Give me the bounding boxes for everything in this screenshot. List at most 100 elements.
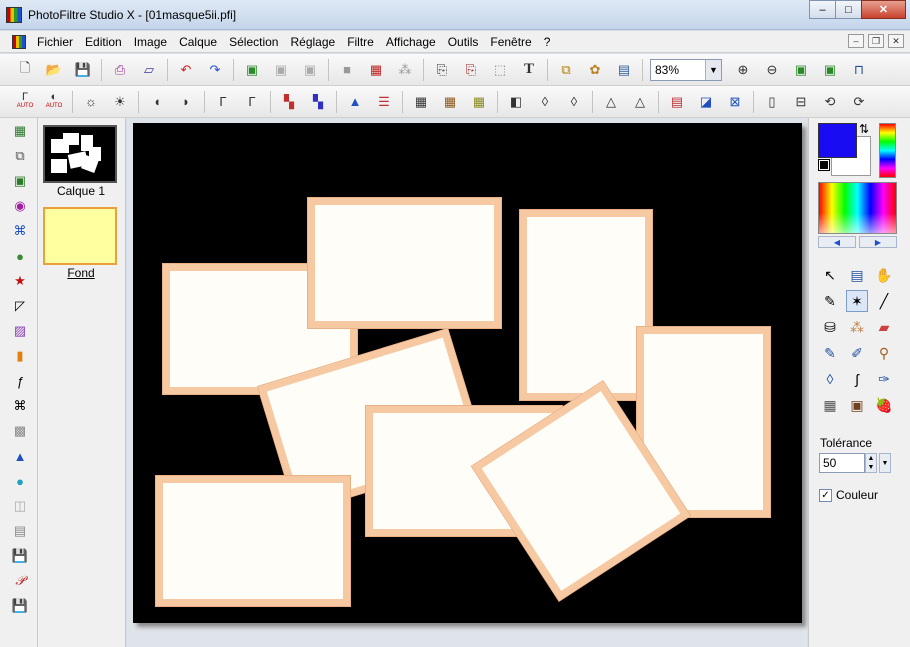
save-html-icon[interactable]: 💾 (10, 596, 30, 616)
redo-icon[interactable]: ↷ (204, 59, 226, 81)
image-canvas[interactable] (133, 123, 802, 623)
menu-selection[interactable]: Sélection (223, 35, 284, 49)
blur-drop-icon[interactable]: ◊ (819, 368, 841, 390)
spray-icon[interactable]: ⁂ (846, 316, 868, 338)
pattern-icon[interactable]: ⌘ (10, 396, 30, 416)
auto-levels-icon[interactable]: Γ AUTO (14, 91, 36, 113)
magic-icon[interactable]: ⁂ (394, 59, 416, 81)
smudge-icon[interactable]: ʃ (846, 368, 868, 390)
star-icon[interactable]: ★ (10, 271, 30, 291)
foreground-color-swatch[interactable] (818, 123, 857, 158)
grid-deform-icon[interactable]: ▦ (819, 394, 841, 416)
menu-image[interactable]: Image (128, 35, 173, 49)
gamma-plus-icon[interactable]: Γ (241, 91, 263, 113)
layer-label[interactable]: Calque 1 (38, 184, 124, 198)
text-icon[interactable]: T (518, 59, 540, 81)
menu-filtre[interactable]: Filtre (341, 35, 380, 49)
film-icon[interactable]: ▤ (10, 521, 30, 541)
text-edit-icon[interactable]: ⎘ (431, 59, 453, 81)
rotate-left-icon[interactable]: ⟲ (819, 91, 841, 113)
zoom-out-icon[interactable]: ⊖ (761, 59, 783, 81)
maximize-button[interactable]: □ (835, 0, 862, 19)
fit-icon[interactable]: ▣ (790, 59, 812, 81)
copy-layer-icon[interactable]: ⧉ (10, 146, 30, 166)
gamma-minus-icon[interactable]: Γ (212, 91, 234, 113)
auto-contrast-icon[interactable]: ◐ AUTO (43, 91, 65, 113)
couleur-option[interactable]: ✓ Couleur (819, 488, 878, 502)
mdi-restore-button[interactable]: ❐ (868, 34, 884, 48)
undo-icon[interactable]: ↶ (175, 59, 197, 81)
window-icon[interactable]: ▤ (613, 59, 635, 81)
color-palette[interactable] (818, 182, 897, 234)
grid-black-icon[interactable]: ▦ (410, 91, 432, 113)
reset-colors-icon[interactable] (818, 159, 830, 171)
gradient-icon[interactable]: ■ (336, 59, 358, 81)
chevron-down-icon[interactable]: ▼ (705, 59, 721, 80)
settings-icon[interactable]: ✿ (584, 59, 606, 81)
color-gradient-icon[interactable]: ▤ (666, 91, 688, 113)
invert-icon[interactable]: ◪ (695, 91, 717, 113)
globe-icon[interactable]: ● (10, 471, 30, 491)
portrait-icon[interactable]: ▣ (846, 394, 868, 416)
magic-wand-icon[interactable]: ✶ (846, 290, 868, 312)
drop-plus-icon[interactable]: ◊ (563, 91, 585, 113)
palette-next-button[interactable]: ▶ (859, 236, 897, 248)
menu-fenetre[interactable]: Fenêtre (484, 35, 537, 49)
menu-edition[interactable]: Edition (79, 35, 128, 49)
brightness-minus-icon[interactable]: ☼ (80, 91, 102, 113)
script-icon[interactable]: 𝒫 (10, 571, 30, 591)
tolerance-input[interactable]: 50 (819, 453, 865, 473)
strawberry-icon[interactable]: 🍓 (873, 394, 895, 416)
image-layer-icon[interactable]: ▣ (10, 171, 30, 191)
save-2000-icon[interactable]: 💾 (10, 546, 30, 566)
grid-olive-icon[interactable]: ▦ (468, 91, 490, 113)
sharpen-icon[interactable]: △ (600, 91, 622, 113)
menu-affichage[interactable]: Affichage (380, 35, 442, 49)
layers-icon[interactable]: ⧉ (555, 59, 577, 81)
fullscreen-icon[interactable]: ⊓ (848, 59, 870, 81)
brush-icon[interactable]: ✎ (819, 342, 841, 364)
paste-layer-icon[interactable]: ▣ (241, 59, 263, 81)
histogram-icon[interactable]: ▲ (10, 446, 30, 466)
function-icon[interactable]: ƒ (10, 371, 30, 391)
swap-colors-icon[interactable]: ⇅ (859, 122, 869, 136)
document-icon[interactable] (12, 35, 26, 49)
contrast-minus-icon[interactable]: ◖ (146, 91, 168, 113)
palette-prev-button[interactable]: ◀ (818, 236, 856, 248)
brush-effect-icon[interactable]: ⌘ (10, 221, 30, 241)
page-curl-icon[interactable]: ◸ (10, 296, 30, 316)
crop-icon[interactable]: ▣ (299, 59, 321, 81)
pointer-icon[interactable]: ↖ (819, 264, 841, 286)
copy-icon[interactable]: ▣ (270, 59, 292, 81)
selection-tool-icon[interactable]: ▤ (846, 264, 868, 286)
scan-icon[interactable]: ▱ (138, 59, 160, 81)
glow-icon[interactable]: ◉ (10, 196, 30, 216)
open-icon[interactable]: 📂 (43, 59, 65, 81)
layer-thumbnail-fond[interactable] (43, 207, 117, 265)
sphere-icon[interactable]: ● (10, 246, 30, 266)
menu-calque[interactable]: Calque (173, 35, 223, 49)
menu-outils[interactable]: Outils (442, 35, 485, 49)
sharpen-plus-icon[interactable]: △ (629, 91, 651, 113)
color-picker-icon[interactable]: ▦ (365, 59, 387, 81)
hue-bar[interactable] (879, 123, 896, 178)
eyedropper-icon[interactable]: ✎ (819, 290, 841, 312)
gradient-fill-icon[interactable]: ▮ (10, 346, 30, 366)
transform-icon[interactable]: ⊠ (724, 91, 746, 113)
save-icon[interactable]: 💾 (72, 59, 94, 81)
calculator-icon[interactable]: ▦ (10, 121, 30, 141)
stamp-icon[interactable]: ⚲ (873, 342, 895, 364)
mosaic-icon[interactable]: ▩ (10, 421, 30, 441)
brightness-plus-icon[interactable]: ☀ (109, 91, 131, 113)
print-icon[interactable]: ⎙ (109, 59, 131, 81)
drop-icon[interactable]: ◊ (534, 91, 556, 113)
new-icon[interactable]: 🗋 (14, 59, 36, 81)
contrast-plus-icon[interactable]: ◗ (175, 91, 197, 113)
minimize-button[interactable]: – (809, 0, 836, 19)
saturation-minus-icon[interactable]: ▚ (278, 91, 300, 113)
levels-icon[interactable]: ☰ (373, 91, 395, 113)
zoom-select[interactable]: 83% ▼ (650, 58, 722, 81)
fit-page-icon[interactable]: ▣ (819, 59, 841, 81)
blur-icon[interactable]: ◧ (505, 91, 527, 113)
eraser-icon[interactable]: ▰ (873, 316, 895, 338)
